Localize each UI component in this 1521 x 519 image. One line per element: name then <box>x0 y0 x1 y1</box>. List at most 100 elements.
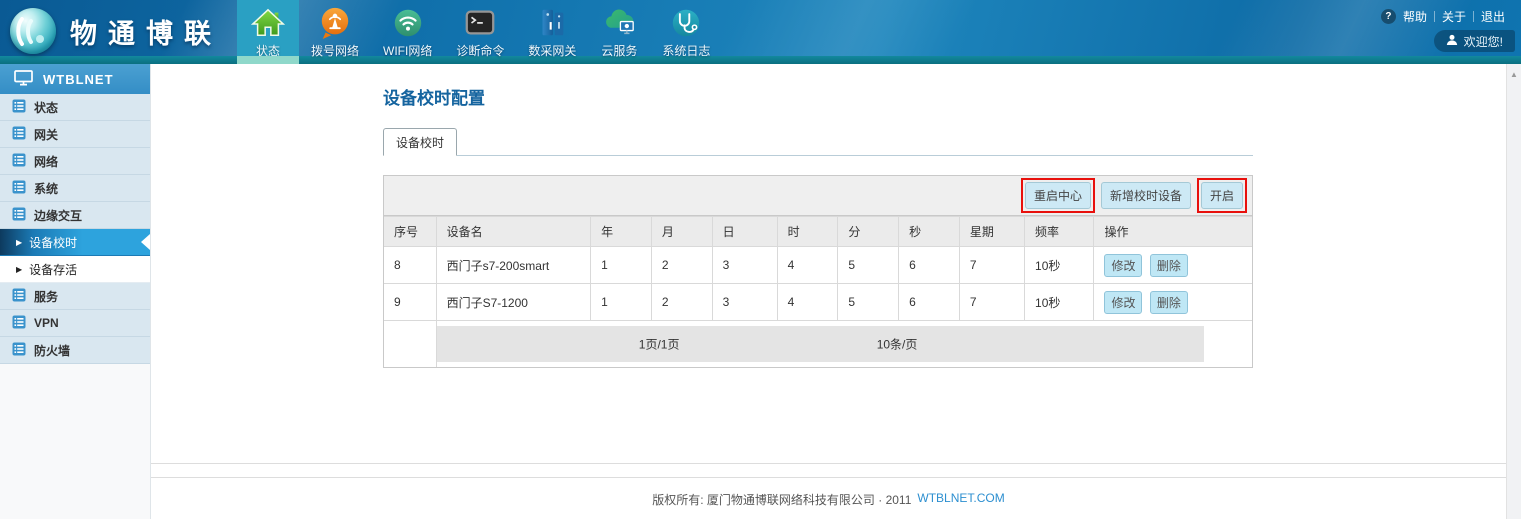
page-title: 设备校时配置 <box>383 84 1253 109</box>
tab-strip: 设备校时 <box>383 129 1253 156</box>
sidebar-item-gateway[interactable]: 网关 <box>0 121 150 148</box>
nav-item-dial-network[interactable]: 拨号网络 <box>299 0 371 64</box>
sidebar-item-firewall[interactable]: 防火墙 <box>0 337 150 364</box>
main-content: 设备校时配置 设备校时 重启中心 新增校时设备 开启 <box>151 64 1506 519</box>
col-header-month: 月 <box>651 217 712 247</box>
sidebar-item-label: 网络 <box>34 153 58 170</box>
scroll-up-arrow-icon[interactable]: ▲ <box>1507 70 1521 79</box>
sidebar-item-label: VPN <box>34 316 59 330</box>
list-icon <box>12 126 26 143</box>
restart-center-button[interactable]: 重启中心 <box>1025 182 1091 209</box>
nav-label: 状态 <box>256 42 280 59</box>
user-icon <box>1446 34 1458 49</box>
cell-frequency: 10秒 <box>1025 284 1094 321</box>
help-icon: ? <box>1381 9 1396 24</box>
device-timing-table: 序号 设备名 年 月 日 时 分 秒 星期 频率 操作 <box>384 216 1252 367</box>
sidebar-item-service[interactable]: 服务 <box>0 283 150 310</box>
add-timing-device-button[interactable]: 新增校时设备 <box>1101 182 1191 209</box>
terminal-icon <box>463 5 497 41</box>
cell-day: 3 <box>712 247 777 284</box>
wifi-icon <box>391 5 425 41</box>
cell-month: 2 <box>651 247 712 284</box>
brand-logo[interactable]: 物通博联 <box>10 8 222 54</box>
sidebar-item-label: 边缘交互 <box>34 207 82 224</box>
list-icon <box>12 315 26 332</box>
nav-item-diagnostic[interactable]: 诊断命令 <box>444 0 516 64</box>
cell-device-name: 西门子S7-1200 <box>436 284 591 321</box>
sidebar: WTBLNET 状态 网关 网络 系统 边缘交互 ▶ 设备校时 ▶ 设备存活 服… <box>0 64 151 519</box>
tab-device-timing[interactable]: 设备校时 <box>383 128 457 156</box>
sidebar-item-label: 设备校时 <box>29 234 77 251</box>
col-header-year: 年 <box>591 217 652 247</box>
sidebar-subitem-device-alive[interactable]: ▶ 设备存活 <box>0 256 150 283</box>
nav-label: 拨号网络 <box>311 42 359 59</box>
content-bottom-divider <box>151 463 1506 464</box>
app-header: 物通博联 状态 <box>0 0 1521 64</box>
pagination-cell: 1页/1页 10条/页 <box>436 321 1252 368</box>
logout-link[interactable]: 退出 <box>1481 8 1505 25</box>
col-header-device: 设备名 <box>436 217 591 247</box>
pagination-bar: 1页/1页 10条/页 <box>437 326 1204 362</box>
edit-button[interactable]: 修改 <box>1104 291 1142 314</box>
sidebar-item-system[interactable]: 系统 <box>0 175 150 202</box>
sidebar-item-label: 设备存活 <box>29 261 77 278</box>
nav-item-data-gateway[interactable]: 数采网关 <box>516 0 588 64</box>
edit-button[interactable]: 修改 <box>1104 254 1142 277</box>
cell-year: 1 <box>591 284 652 321</box>
link-separator <box>1473 11 1474 22</box>
welcome-badge: 欢迎您! <box>1434 30 1515 52</box>
pagination-spacer-cell <box>384 321 436 368</box>
nav-item-cloud-service[interactable]: 云服务 <box>588 0 650 64</box>
home-icon <box>251 5 285 41</box>
cell-minute: 5 <box>838 284 899 321</box>
nav-item-wifi-network[interactable]: WIFI网络 <box>371 0 444 64</box>
dial-network-icon <box>318 5 352 41</box>
nav-label: 系统日志 <box>662 42 710 59</box>
col-header-hour: 时 <box>777 217 838 247</box>
delete-button[interactable]: 删除 <box>1150 254 1188 277</box>
help-link[interactable]: 帮助 <box>1403 8 1427 25</box>
cell-minute: 5 <box>838 247 899 284</box>
list-icon <box>12 99 26 116</box>
system-log-icon <box>669 5 703 41</box>
col-header-minute: 分 <box>838 217 899 247</box>
about-link[interactable]: 关于 <box>1442 8 1466 25</box>
col-header-actions: 操作 <box>1094 217 1252 247</box>
enable-button[interactable]: 开启 <box>1201 182 1243 209</box>
col-header-second: 秒 <box>899 217 960 247</box>
nav-label: 云服务 <box>601 42 637 59</box>
col-header-week: 星期 <box>959 217 1024 247</box>
toolbar: 重启中心 新增校时设备 开启 <box>384 176 1252 216</box>
table-row: 8 西门子s7-200smart 1 2 3 4 5 6 7 10秒 修改 删除 <box>384 247 1252 284</box>
sidebar-subitem-device-timing[interactable]: ▶ 设备校时 <box>0 229 150 256</box>
brand-text: 物通博联 <box>70 12 222 51</box>
sidebar-item-status[interactable]: 状态 <box>0 94 150 121</box>
cell-actions: 修改 删除 <box>1094 247 1252 284</box>
footer-link[interactable]: WTBLNET.COM <box>917 491 1004 505</box>
col-header-seq: 序号 <box>384 217 436 247</box>
vertical-scrollbar[interactable]: ▲ <box>1506 64 1521 519</box>
nav-item-status[interactable]: 状态 <box>237 0 299 64</box>
nav-item-system-log[interactable]: 系统日志 <box>650 0 722 64</box>
cell-seq: 9 <box>384 284 436 321</box>
sidebar-item-vpn[interactable]: VPN <box>0 310 150 337</box>
col-header-day: 日 <box>712 217 777 247</box>
list-icon <box>12 153 26 170</box>
page-indicator: 1页/1页 <box>639 336 680 353</box>
sidebar-item-label: 状态 <box>34 99 58 116</box>
cloud-service-icon <box>602 5 636 41</box>
triangle-right-icon: ▶ <box>16 265 22 274</box>
sidebar-item-label: 服务 <box>34 288 58 305</box>
device-timing-panel: 重启中心 新增校时设备 开启 序号 设备名 年 月 <box>383 175 1253 368</box>
annotation-box-restart: 重启中心 <box>1021 178 1095 213</box>
delete-button[interactable]: 删除 <box>1150 291 1188 314</box>
cell-seq: 8 <box>384 247 436 284</box>
sidebar-item-network[interactable]: 网络 <box>0 148 150 175</box>
sidebar-item-label: 网关 <box>34 126 58 143</box>
col-header-frequency: 频率 <box>1025 217 1094 247</box>
cell-week: 7 <box>959 284 1024 321</box>
list-icon <box>12 180 26 197</box>
top-nav: 状态 拨号网络 <box>237 0 722 64</box>
sidebar-item-edge[interactable]: 边缘交互 <box>0 202 150 229</box>
nav-label: 数采网关 <box>528 42 576 59</box>
